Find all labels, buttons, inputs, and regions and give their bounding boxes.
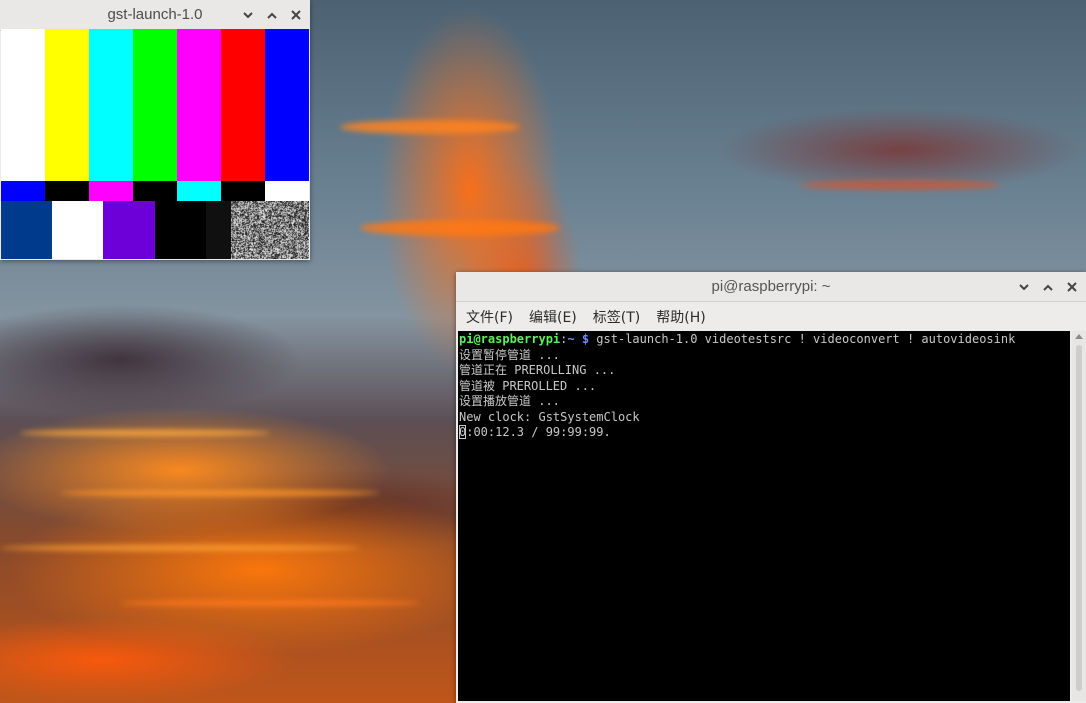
color-bar: [89, 29, 134, 181]
maximize-button[interactable]: [264, 7, 280, 23]
minimize-button[interactable]: [240, 7, 256, 23]
menu-help[interactable]: 帮助(H): [656, 307, 705, 327]
close-button[interactable]: [288, 7, 304, 23]
chevron-down-icon: [1019, 283, 1029, 290]
prompt-user: pi@raspberrypi: [459, 332, 561, 346]
color-bar: [45, 29, 90, 181]
pluge-block: [181, 201, 206, 259]
castellation-bar: [1, 181, 46, 201]
pluge-block: [155, 201, 181, 259]
color-bar: [265, 29, 309, 181]
close-button[interactable]: [1064, 279, 1080, 295]
castellation-bar: [221, 181, 266, 201]
chevron-down-icon: [243, 11, 253, 18]
chevron-up-icon: [267, 12, 277, 19]
video-test-pattern: [1, 29, 309, 259]
chevron-up-icon: [1043, 284, 1053, 291]
castellation-bar: [133, 181, 178, 201]
cloud-streak: [0, 545, 360, 551]
close-icon: [291, 10, 301, 20]
output-line: New clock: GstSystemClock: [459, 409, 640, 424]
terminal-title: pi@raspberrypi: ~: [711, 278, 831, 295]
cloud-streak: [60, 490, 380, 496]
cloud-streak: [340, 120, 520, 134]
menu-file[interactable]: 文件(F): [466, 307, 513, 327]
prompt-path: ~ $: [567, 332, 590, 346]
pluge-block: [206, 201, 231, 259]
noise-block: [231, 201, 309, 259]
pluge-block: [52, 201, 103, 259]
command-text: gst-launch-1.0 videotestsrc ! videoconve…: [589, 332, 1016, 346]
castellation-bar: [45, 181, 90, 201]
video-window[interactable]: gst-launch-1.0: [0, 0, 310, 260]
castellation-bar: [265, 181, 309, 201]
output-line: 管道正在 PREROLLING ...: [459, 363, 616, 377]
cloud-streak: [120, 600, 420, 606]
status-time: :00:12.3 / 99:99:99.: [466, 425, 611, 439]
minimize-button[interactable]: [1016, 279, 1032, 295]
castellation-bar: [89, 181, 134, 201]
video-window-titlebar[interactable]: gst-launch-1.0: [0, 0, 310, 31]
cloud-streak: [800, 180, 1000, 190]
terminal-menubar: 文件(F) 编辑(E) 标签(T) 帮助(H): [456, 302, 1086, 331]
menu-tabs[interactable]: 标签(T): [593, 307, 640, 327]
color-bar: [1, 29, 46, 181]
terminal-output[interactable]: pi@raspberrypi:~ $ gst-launch-1.0 videot…: [458, 331, 1070, 701]
status-line: 0:00:12.3 / 99:99:99.: [459, 425, 1070, 441]
output-line: 设置暂停管道 ...: [459, 347, 560, 362]
maximize-button[interactable]: [1040, 279, 1056, 295]
command-line: pi@raspberrypi:~ $ gst-launch-1.0 videot…: [459, 332, 1070, 348]
castellation-bar: [177, 181, 222, 201]
cloud-streak: [360, 220, 560, 236]
output-line: 管道被 PREROLLED ...: [459, 378, 597, 393]
scroll-up-arrow-icon[interactable]: [1075, 334, 1083, 339]
color-bar: [177, 29, 222, 181]
terminal-titlebar[interactable]: pi@raspberrypi: ~: [456, 272, 1086, 302]
terminal-window[interactable]: pi@raspberrypi: ~ 文件(F) 编辑(E) 标签(T) 帮助(H…: [456, 272, 1086, 703]
scrollbar-thumb[interactable]: [1076, 345, 1082, 691]
cloud-streak: [20, 430, 270, 436]
color-bar: [133, 29, 178, 181]
close-icon: [1067, 282, 1077, 292]
pluge-block: [1, 201, 52, 259]
terminal-scrollbar[interactable]: [1072, 331, 1086, 701]
pluge-block: [103, 201, 155, 259]
output-line: 设置播放管道 ...: [459, 394, 560, 408]
menu-edit[interactable]: 编辑(E): [529, 307, 577, 327]
color-bar: [221, 29, 266, 181]
